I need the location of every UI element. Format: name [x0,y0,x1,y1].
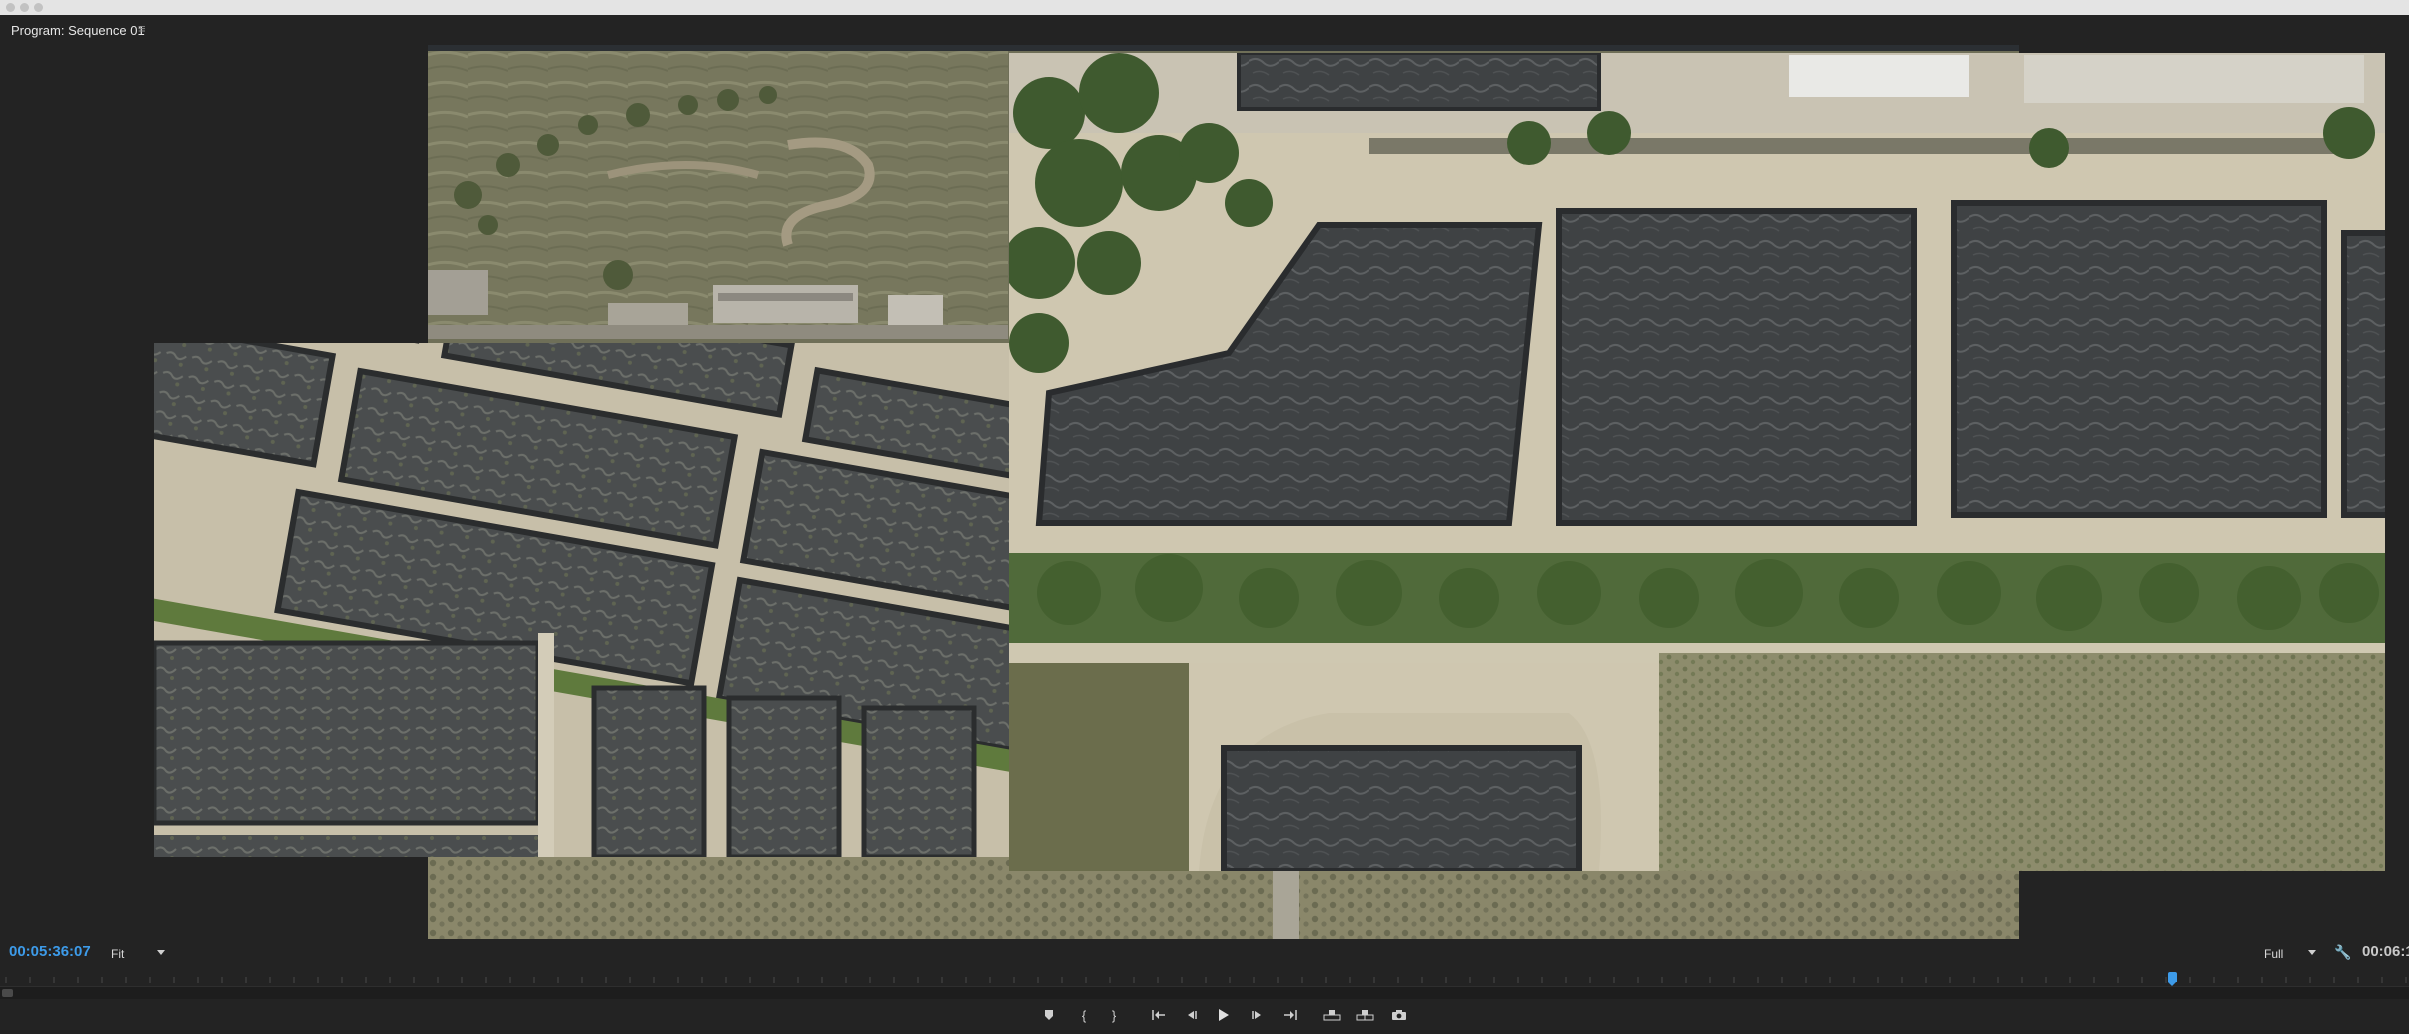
window-titlebar [0,0,2409,15]
transport-controls: { } [0,1004,2409,1028]
play-icon[interactable] [1212,1004,1236,1026]
minimize-window-icon[interactable] [20,3,29,12]
playback-resolution-dropdown[interactable]: Full [2258,945,2318,963]
step-back-icon[interactable] [1180,1004,1204,1026]
mark-in-icon[interactable]: { [1072,1004,1096,1026]
current-timecode[interactable]: 00:05:36:07 [9,943,91,960]
menu-icon[interactable]: ≡ [138,21,146,36]
go-to-out-icon[interactable] [1278,1004,1302,1026]
duration-timecode: 00:06:1 [2362,943,2409,960]
close-window-icon[interactable] [6,3,15,12]
zoom-level-dropdown[interactable]: Fit [105,945,167,963]
wrench-icon[interactable]: 🔧 [2334,944,2351,961]
video-clip-layer-tilted [154,343,1010,857]
resolution-value: Full [2264,947,2284,961]
step-forward-icon[interactable] [1245,1004,1269,1026]
mark-out-icon[interactable]: } [1102,1004,1126,1026]
program-monitor-viewer[interactable] [0,45,2409,939]
zoom-scrollbar[interactable] [0,986,2409,999]
panel-title[interactable]: Program: Sequence 01 [11,23,145,38]
time-ruler-ticks [5,977,2407,983]
go-to-in-icon[interactable] [1147,1004,1171,1026]
chevron-down-icon [157,950,165,955]
video-clip-layer-topdown [1009,53,2385,871]
add-marker-icon[interactable] [1037,1004,1061,1026]
chevron-down-icon [2308,950,2316,955]
zoom-window-icon[interactable] [34,3,43,12]
panel-header: Program: Sequence 01 ≡ [0,15,2409,45]
playhead-handle[interactable] [2168,972,2177,986]
lift-icon[interactable] [1320,1004,1344,1026]
extract-icon[interactable] [1353,1004,1377,1026]
aerial-covered-cells-tilted-image [154,343,1010,857]
aerial-covered-cells-topdown-image [1009,53,2385,871]
zoom-level-value: Fit [111,947,125,961]
scrollbar-handle[interactable] [2,989,13,997]
time-ruler[interactable] [0,972,2409,983]
export-frame-icon[interactable] [1387,1004,1411,1026]
